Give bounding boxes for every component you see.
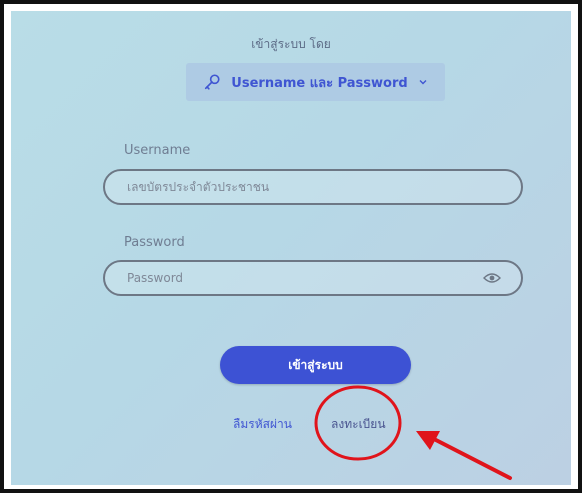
- password-field-wrapper: [103, 260, 523, 296]
- username-input[interactable]: [125, 170, 521, 204]
- key-icon: [205, 74, 220, 90]
- login-button[interactable]: เข้าสู่ระบบ: [220, 346, 411, 384]
- login-method-dropdown[interactable]: Username และ Password: [186, 63, 445, 101]
- chevron-down-icon: [419, 80, 427, 85]
- login-panel: เข้าสู่ระบบ โดย Username และ Password Us…: [11, 11, 571, 485]
- username-label: Username: [124, 143, 191, 158]
- password-input[interactable]: [125, 261, 483, 295]
- eye-icon[interactable]: [483, 271, 501, 285]
- login-method-label: Username และ Password: [231, 75, 408, 91]
- password-label: Password: [124, 235, 185, 250]
- register-link[interactable]: ลงทะเบียน: [331, 415, 386, 434]
- login-via-label: เข้าสู่ระบบ โดย: [251, 37, 331, 51]
- username-field-wrapper: [103, 169, 523, 205]
- forgot-password-link[interactable]: ลืมรหัสผ่าน: [233, 415, 292, 434]
